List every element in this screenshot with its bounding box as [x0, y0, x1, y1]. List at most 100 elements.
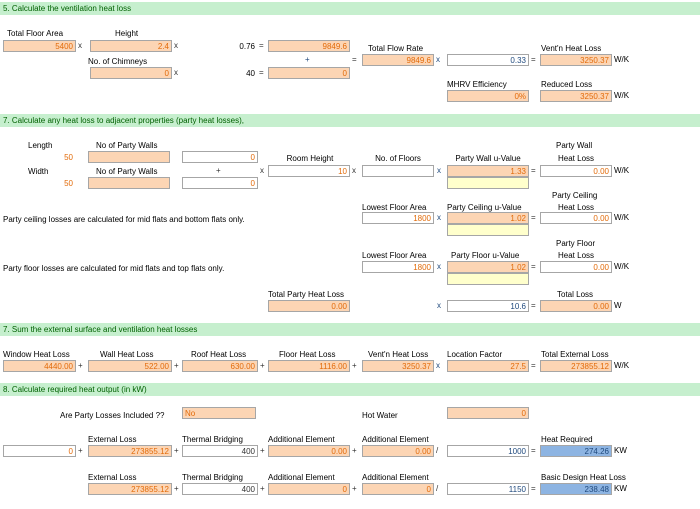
unit-wk: W/K: [614, 262, 630, 271]
op-plus: +: [174, 446, 179, 455]
label-hot-water: Hot Water: [362, 411, 398, 420]
row2-thermal-bridging-value: 400: [182, 483, 258, 495]
unit-wk: W/K: [614, 55, 630, 64]
label-length: Length: [28, 141, 53, 150]
op-divide: /: [436, 446, 439, 455]
constant-10-6: 10.6: [447, 300, 529, 312]
op-equals: =: [352, 55, 357, 64]
label-additional-element: Additional Element: [362, 435, 429, 444]
constant-0-76: 0.76: [182, 40, 258, 52]
total-floor-area-input[interactable]: 5400: [3, 40, 76, 52]
op-multiply: x: [437, 262, 441, 271]
op-equals: =: [531, 361, 536, 370]
op-equals: =: [531, 213, 536, 222]
label-height: Height: [115, 29, 139, 38]
unit-wk: W/K: [614, 213, 630, 222]
width-input[interactable]: 50: [3, 177, 76, 189]
party-wall-u-value-input[interactable]: 1.33: [447, 165, 529, 177]
label-total-external-loss: Total External Loss: [541, 350, 609, 359]
op-plus: +: [174, 361, 179, 370]
vent-heat-loss-total-value: 3250.37: [362, 360, 434, 372]
row2-additional-element-input[interactable]: 0: [268, 483, 350, 495]
party-ceiling-u-extra[interactable]: [447, 224, 529, 236]
unit-w: W: [614, 301, 622, 310]
row1-additional-element-input[interactable]: 0.00: [268, 445, 350, 457]
label-reduced-loss: Reduced Loss: [541, 80, 593, 89]
row1-additional-element-2-input[interactable]: 0.00: [362, 445, 434, 457]
party-floor-u-value-input[interactable]: 1.02: [447, 261, 529, 273]
floor-heat-loss-value: 1116.00: [268, 360, 350, 372]
floors-input[interactable]: [362, 165, 434, 177]
op-divide: /: [436, 484, 439, 493]
unit-kw: KW: [614, 484, 627, 493]
section-7-header: 7. Calculate any heat loss to adjacent p…: [0, 114, 700, 127]
label-roof-heat-loss: Roof Heat Loss: [191, 350, 247, 359]
unit-wk: W/K: [614, 361, 630, 370]
party-floor-u-extra[interactable]: [447, 273, 529, 285]
party-losses-included-select[interactable]: No: [182, 407, 256, 419]
result-0: 0: [268, 67, 350, 79]
total-party-heat-loss-value: 0.00: [268, 300, 350, 312]
length-input[interactable]: 50: [3, 151, 76, 163]
op-plus: +: [78, 446, 83, 455]
label-party-wall: Party Wall: [556, 141, 593, 150]
label-heat-loss: Heat Loss: [558, 251, 595, 260]
op-multiply: x: [437, 166, 441, 175]
op-plus: +: [352, 361, 357, 370]
op-multiply: x: [352, 166, 356, 175]
chimneys-input[interactable]: 0: [90, 67, 172, 79]
label-no-of-floors: No. of Floors: [375, 154, 421, 163]
label-heat-required: Heat Required: [541, 435, 593, 444]
total-loss-value: 0.00: [540, 300, 612, 312]
label-no-of-party-walls: No of Party Walls: [96, 167, 158, 176]
lowest-floor-area-value-2: 1800: [362, 261, 434, 273]
hot-water-input[interactable]: 0: [447, 407, 529, 419]
op-plus: +: [260, 361, 265, 370]
section-5-header: 5. Calculate the ventilation heat loss: [0, 2, 700, 15]
op-equals: =: [531, 446, 536, 455]
party-wall-u-extra[interactable]: [447, 177, 529, 189]
label-total-floor-area: Total Floor Area: [7, 29, 64, 38]
label-total-flow-rate: Total Flow Rate: [368, 44, 424, 53]
party-ceiling-u-value-input[interactable]: 1.02: [447, 212, 529, 224]
height-input[interactable]: 2.4: [90, 40, 172, 52]
label-party-losses-included: Are Party Losses Included ??: [60, 411, 165, 420]
op-plus: +: [352, 484, 357, 493]
party-floor-heat-loss-value: 0.00: [540, 261, 612, 273]
room-height-input[interactable]: 10: [268, 165, 350, 177]
party-walls-input-2[interactable]: [88, 177, 170, 189]
op-multiply: x: [436, 361, 440, 370]
op-equals: =: [531, 55, 536, 64]
location-factor-input[interactable]: 27.5: [447, 360, 529, 372]
mhrv-efficiency-input[interactable]: 0%: [447, 90, 529, 102]
row2-additional-element-2-input[interactable]: 0: [362, 483, 434, 495]
op-plus: +: [260, 484, 265, 493]
op-equals: =: [531, 166, 536, 175]
total-external-loss-value: 273855.12: [540, 360, 612, 372]
label-location-factor: Location Factor: [447, 350, 503, 359]
total-flow-rate-value: 9849.6: [362, 54, 434, 66]
label-external-loss: External Loss: [88, 435, 137, 444]
op-plus: +: [260, 446, 265, 455]
party-walls-input-1[interactable]: [88, 151, 170, 163]
label-party-floor: Party Floor: [556, 239, 596, 248]
label-wall-heat-loss: Wall Heat Loss: [100, 350, 154, 359]
label-window-heat-loss: Window Heat Loss: [3, 350, 70, 359]
vent-heat-loss-value: 3250.37: [540, 54, 612, 66]
label-heat-loss: Heat Loss: [558, 154, 595, 163]
row1-external-loss-value: 273855.12: [88, 445, 172, 457]
label-external-loss: External Loss: [88, 473, 137, 482]
label-additional-element: Additional Element: [362, 473, 429, 482]
section-7b-header: 7. Sum the external surface and ventilat…: [0, 323, 700, 336]
op-equals: =: [259, 41, 264, 50]
op-equals: =: [259, 68, 264, 77]
party-floor-note: Party floor losses are calculated for mi…: [3, 264, 225, 273]
op-plus: +: [305, 55, 310, 64]
op-multiply: x: [78, 41, 82, 50]
label-additional-element: Additional Element: [268, 435, 335, 444]
op-equals: =: [531, 484, 536, 493]
label-mhrv-efficiency: MHRV Efficiency: [447, 80, 507, 89]
party-wall-heat-loss-value: 0.00: [540, 165, 612, 177]
constant-0-33: 0.33: [447, 54, 529, 66]
label-party-ceiling: Party Ceiling: [552, 191, 598, 200]
